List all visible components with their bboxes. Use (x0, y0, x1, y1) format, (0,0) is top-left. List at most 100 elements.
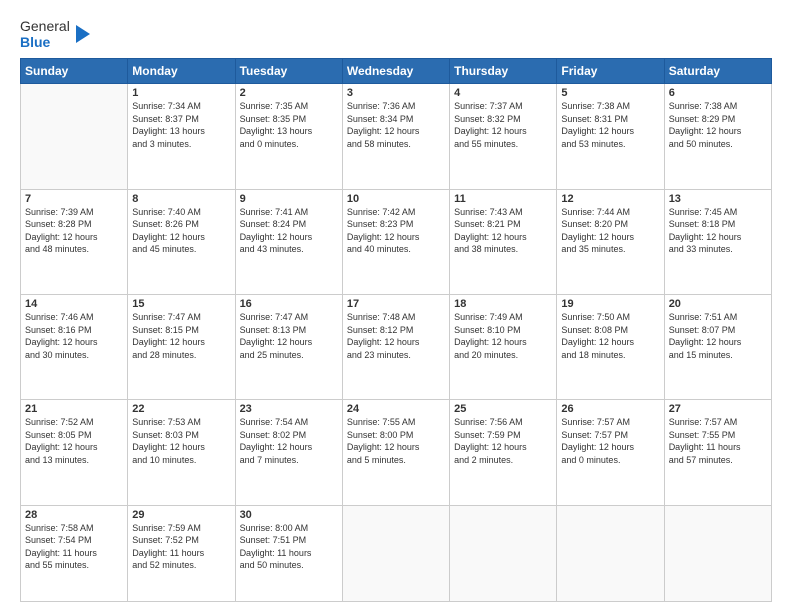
header: General Blue (20, 18, 772, 50)
calendar-cell: 4Sunrise: 7:37 AM Sunset: 8:32 PM Daylig… (450, 84, 557, 189)
calendar-cell: 28Sunrise: 7:58 AM Sunset: 7:54 PM Dayli… (21, 505, 128, 601)
day-number: 22 (132, 403, 230, 415)
day-info: Sunrise: 7:38 AM Sunset: 8:31 PM Dayligh… (561, 100, 659, 150)
calendar-cell: 16Sunrise: 7:47 AM Sunset: 8:13 PM Dayli… (235, 294, 342, 399)
day-number: 24 (347, 403, 445, 415)
day-info: Sunrise: 7:55 AM Sunset: 8:00 PM Dayligh… (347, 416, 445, 466)
day-info: Sunrise: 7:47 AM Sunset: 8:15 PM Dayligh… (132, 311, 230, 361)
week-row-2: 7Sunrise: 7:39 AM Sunset: 8:28 PM Daylig… (21, 189, 772, 294)
day-info: Sunrise: 7:35 AM Sunset: 8:35 PM Dayligh… (240, 100, 338, 150)
day-info: Sunrise: 7:42 AM Sunset: 8:23 PM Dayligh… (347, 206, 445, 256)
day-info: Sunrise: 7:43 AM Sunset: 8:21 PM Dayligh… (454, 206, 552, 256)
calendar-cell: 5Sunrise: 7:38 AM Sunset: 8:31 PM Daylig… (557, 84, 664, 189)
day-number: 21 (25, 403, 123, 415)
day-info: Sunrise: 7:44 AM Sunset: 8:20 PM Dayligh… (561, 206, 659, 256)
calendar-cell: 2Sunrise: 7:35 AM Sunset: 8:35 PM Daylig… (235, 84, 342, 189)
calendar-cell: 14Sunrise: 7:46 AM Sunset: 8:16 PM Dayli… (21, 294, 128, 399)
day-info: Sunrise: 7:41 AM Sunset: 8:24 PM Dayligh… (240, 206, 338, 256)
day-info: Sunrise: 7:58 AM Sunset: 7:54 PM Dayligh… (25, 522, 123, 572)
calendar-cell: 12Sunrise: 7:44 AM Sunset: 8:20 PM Dayli… (557, 189, 664, 294)
logo-text: General Blue (20, 18, 70, 50)
day-number: 5 (561, 87, 659, 99)
weekday-header-monday: Monday (128, 59, 235, 84)
day-number: 2 (240, 87, 338, 99)
day-info: Sunrise: 7:56 AM Sunset: 7:59 PM Dayligh… (454, 416, 552, 466)
logo-triangle-icon (72, 23, 90, 45)
day-info: Sunrise: 7:38 AM Sunset: 8:29 PM Dayligh… (669, 100, 767, 150)
calendar-cell: 29Sunrise: 7:59 AM Sunset: 7:52 PM Dayli… (128, 505, 235, 601)
calendar-cell: 8Sunrise: 7:40 AM Sunset: 8:26 PM Daylig… (128, 189, 235, 294)
day-number: 25 (454, 403, 552, 415)
calendar-cell: 26Sunrise: 7:57 AM Sunset: 7:57 PM Dayli… (557, 400, 664, 505)
day-number: 19 (561, 298, 659, 310)
day-number: 11 (454, 193, 552, 205)
day-info: Sunrise: 7:50 AM Sunset: 8:08 PM Dayligh… (561, 311, 659, 361)
day-number: 28 (25, 509, 123, 521)
calendar-cell (342, 505, 449, 601)
week-row-4: 21Sunrise: 7:52 AM Sunset: 8:05 PM Dayli… (21, 400, 772, 505)
day-info: Sunrise: 7:34 AM Sunset: 8:37 PM Dayligh… (132, 100, 230, 150)
calendar-cell: 19Sunrise: 7:50 AM Sunset: 8:08 PM Dayli… (557, 294, 664, 399)
calendar-cell: 30Sunrise: 8:00 AM Sunset: 7:51 PM Dayli… (235, 505, 342, 601)
day-info: Sunrise: 7:47 AM Sunset: 8:13 PM Dayligh… (240, 311, 338, 361)
day-info: Sunrise: 7:54 AM Sunset: 8:02 PM Dayligh… (240, 416, 338, 466)
calendar-cell: 10Sunrise: 7:42 AM Sunset: 8:23 PM Dayli… (342, 189, 449, 294)
day-number: 14 (25, 298, 123, 310)
logo-blue: Blue (20, 34, 70, 50)
day-info: Sunrise: 7:40 AM Sunset: 8:26 PM Dayligh… (132, 206, 230, 256)
day-info: Sunrise: 7:53 AM Sunset: 8:03 PM Dayligh… (132, 416, 230, 466)
calendar-cell (21, 84, 128, 189)
weekday-header-wednesday: Wednesday (342, 59, 449, 84)
calendar-cell (450, 505, 557, 601)
day-info: Sunrise: 7:39 AM Sunset: 8:28 PM Dayligh… (25, 206, 123, 256)
calendar-table: SundayMondayTuesdayWednesdayThursdayFrid… (20, 58, 772, 602)
calendar-cell (557, 505, 664, 601)
day-number: 16 (240, 298, 338, 310)
weekday-header-thursday: Thursday (450, 59, 557, 84)
day-info: Sunrise: 7:46 AM Sunset: 8:16 PM Dayligh… (25, 311, 123, 361)
day-number: 30 (240, 509, 338, 521)
calendar-cell: 9Sunrise: 7:41 AM Sunset: 8:24 PM Daylig… (235, 189, 342, 294)
logo-text-block: General Blue (20, 18, 90, 50)
calendar-cell: 6Sunrise: 7:38 AM Sunset: 8:29 PM Daylig… (664, 84, 771, 189)
calendar-cell: 22Sunrise: 7:53 AM Sunset: 8:03 PM Dayli… (128, 400, 235, 505)
day-info: Sunrise: 7:52 AM Sunset: 8:05 PM Dayligh… (25, 416, 123, 466)
week-row-3: 14Sunrise: 7:46 AM Sunset: 8:16 PM Dayli… (21, 294, 772, 399)
weekday-header-friday: Friday (557, 59, 664, 84)
day-number: 8 (132, 193, 230, 205)
day-number: 4 (454, 87, 552, 99)
day-number: 27 (669, 403, 767, 415)
day-info: Sunrise: 7:57 AM Sunset: 7:57 PM Dayligh… (561, 416, 659, 466)
weekday-header-saturday: Saturday (664, 59, 771, 84)
logo-general: General (20, 18, 70, 34)
day-info: Sunrise: 7:45 AM Sunset: 8:18 PM Dayligh… (669, 206, 767, 256)
week-row-5: 28Sunrise: 7:58 AM Sunset: 7:54 PM Dayli… (21, 505, 772, 601)
day-info: Sunrise: 7:37 AM Sunset: 8:32 PM Dayligh… (454, 100, 552, 150)
day-number: 12 (561, 193, 659, 205)
day-info: Sunrise: 8:00 AM Sunset: 7:51 PM Dayligh… (240, 522, 338, 572)
day-number: 23 (240, 403, 338, 415)
day-number: 7 (25, 193, 123, 205)
day-info: Sunrise: 7:36 AM Sunset: 8:34 PM Dayligh… (347, 100, 445, 150)
week-row-1: 1Sunrise: 7:34 AM Sunset: 8:37 PM Daylig… (21, 84, 772, 189)
day-number: 10 (347, 193, 445, 205)
calendar-cell: 24Sunrise: 7:55 AM Sunset: 8:00 PM Dayli… (342, 400, 449, 505)
calendar-cell: 18Sunrise: 7:49 AM Sunset: 8:10 PM Dayli… (450, 294, 557, 399)
day-number: 13 (669, 193, 767, 205)
calendar-cell: 11Sunrise: 7:43 AM Sunset: 8:21 PM Dayli… (450, 189, 557, 294)
page: General Blue SundayMondayTuesdayWednesda… (0, 0, 792, 612)
day-number: 20 (669, 298, 767, 310)
calendar-cell: 13Sunrise: 7:45 AM Sunset: 8:18 PM Dayli… (664, 189, 771, 294)
day-info: Sunrise: 7:59 AM Sunset: 7:52 PM Dayligh… (132, 522, 230, 572)
day-number: 1 (132, 87, 230, 99)
day-info: Sunrise: 7:51 AM Sunset: 8:07 PM Dayligh… (669, 311, 767, 361)
weekday-header-tuesday: Tuesday (235, 59, 342, 84)
day-number: 9 (240, 193, 338, 205)
day-number: 3 (347, 87, 445, 99)
calendar-cell: 23Sunrise: 7:54 AM Sunset: 8:02 PM Dayli… (235, 400, 342, 505)
calendar-cell: 7Sunrise: 7:39 AM Sunset: 8:28 PM Daylig… (21, 189, 128, 294)
logo: General Blue (20, 18, 90, 50)
calendar-cell: 20Sunrise: 7:51 AM Sunset: 8:07 PM Dayli… (664, 294, 771, 399)
weekday-header-row: SundayMondayTuesdayWednesdayThursdayFrid… (21, 59, 772, 84)
day-info: Sunrise: 7:49 AM Sunset: 8:10 PM Dayligh… (454, 311, 552, 361)
